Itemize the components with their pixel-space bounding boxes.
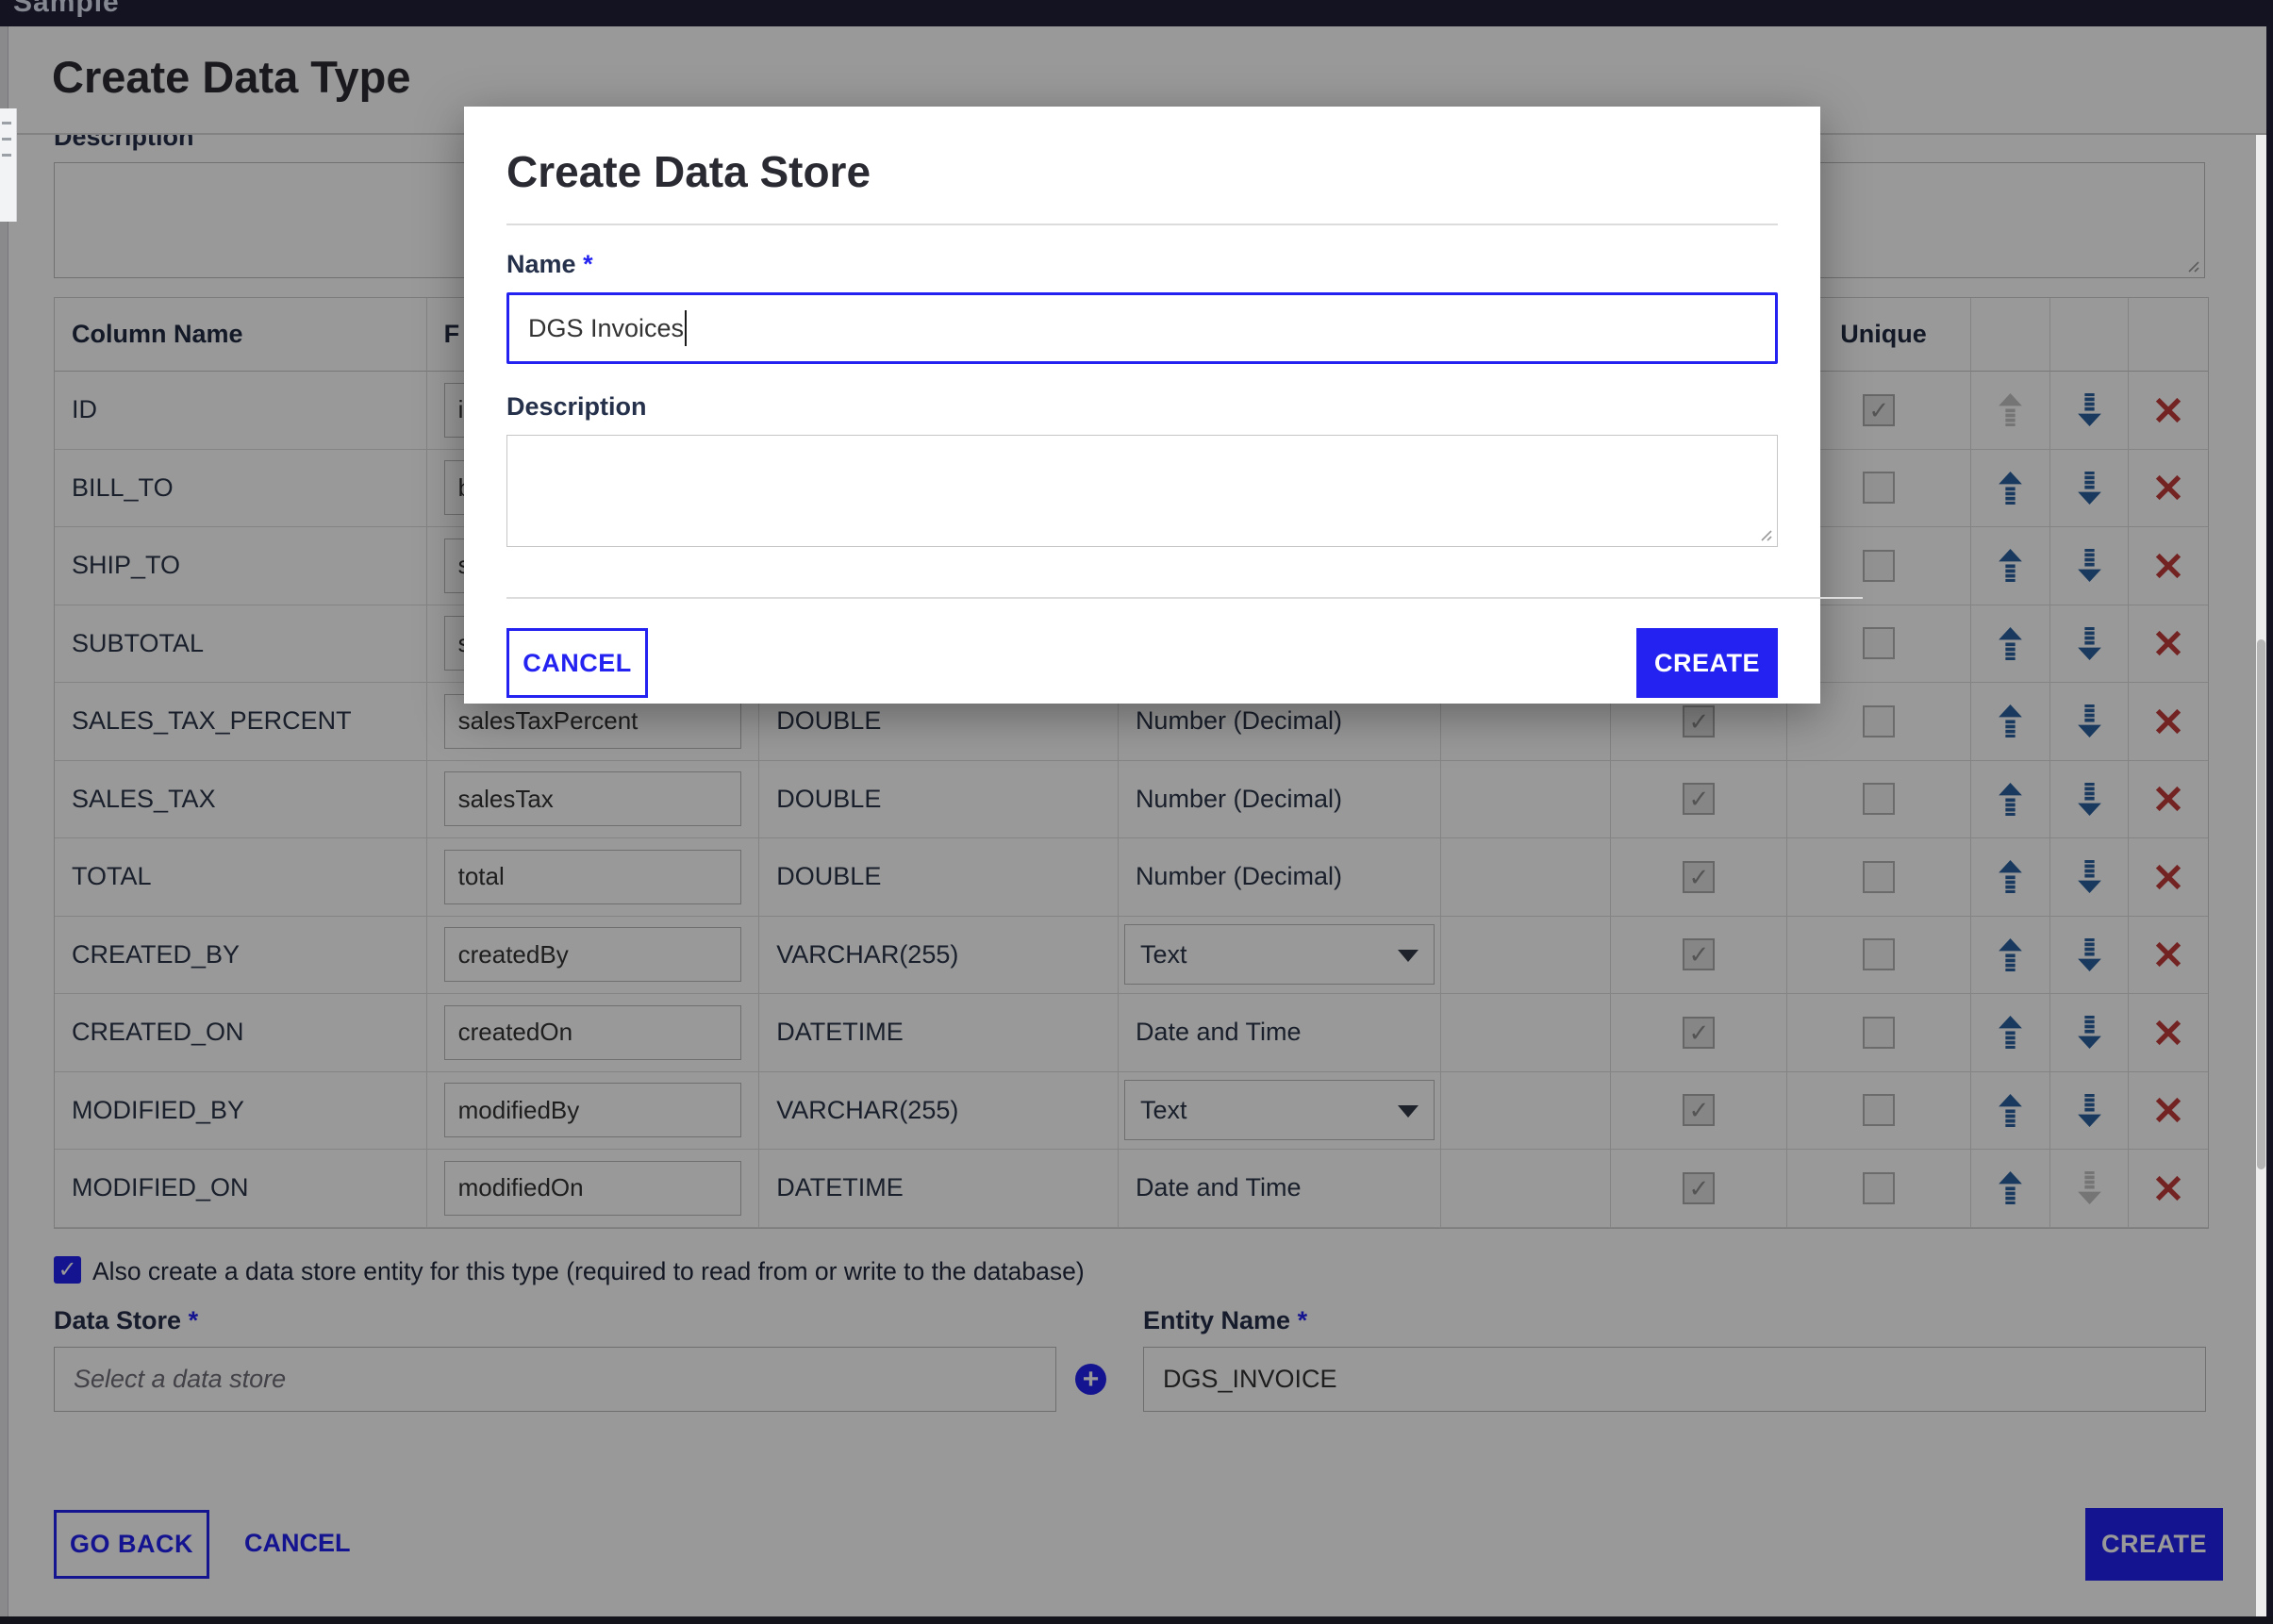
modal-description-label: Description (506, 392, 647, 421)
modal-name-value: DGS Invoices (528, 313, 685, 342)
scrollbar[interactable] (2256, 135, 2266, 1616)
resize-grip-icon (1761, 530, 1772, 541)
modal-description-textarea[interactable] (506, 435, 1778, 547)
scrollbar-thumb[interactable] (2257, 639, 2265, 1169)
create-data-store-modal: Create Data Store Name * DGS Invoices De… (464, 107, 1863, 704)
text-cursor (685, 310, 688, 346)
left-panel-edge (0, 108, 17, 222)
required-asterisk: * (583, 250, 593, 278)
modal-footer-divider (506, 597, 1863, 599)
modal-cancel-button[interactable]: CANCEL (506, 628, 648, 698)
modal-title: Create Data Store (506, 147, 871, 196)
modal-name-input[interactable]: DGS Invoices (506, 292, 1778, 364)
modal-name-label: Name * (506, 250, 593, 278)
modal-create-button[interactable]: CREATE (1636, 628, 1778, 698)
screen: Sample Description Create Data Type Colu… (0, 0, 2273, 1624)
modal-buttons: CANCEL CREATE (506, 628, 1778, 698)
modal-header-divider (506, 224, 1778, 225)
